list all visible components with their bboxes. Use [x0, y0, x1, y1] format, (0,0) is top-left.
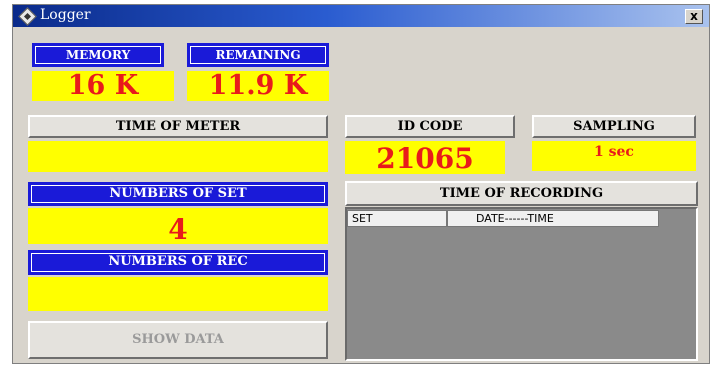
- close-button[interactable]: x: [685, 9, 703, 24]
- logger-panel: MEMORY 16 K REMAINING 11.9 K TIME OF MET…: [13, 27, 709, 363]
- app-icon: [18, 7, 37, 26]
- numbers-of-rec-label: NUMBERS OF REC: [28, 250, 328, 275]
- sampling-value: 1 sec: [532, 141, 696, 171]
- logger-window: Logger x MEMORY 16 K REMAINING 11.9 K TI…: [12, 4, 710, 364]
- time-of-recording-button[interactable]: TIME OF RECORDING: [345, 181, 698, 206]
- numbers-of-rec-label-text: NUMBERS OF REC: [31, 253, 325, 272]
- time-of-meter-button[interactable]: TIME OF METER: [28, 115, 328, 138]
- numbers-of-rec-value: [28, 277, 328, 311]
- column-header-date-time[interactable]: DATE------TIME: [447, 210, 659, 227]
- numbers-of-set-label: NUMBERS OF SET: [28, 182, 328, 206]
- memory-label: MEMORY: [32, 43, 164, 67]
- memory-label-text: MEMORY: [35, 46, 161, 64]
- numbers-of-set-label-text: NUMBERS OF SET: [31, 185, 325, 203]
- sampling-button[interactable]: SAMPLING: [532, 115, 696, 138]
- id-code-value: 21065: [345, 141, 505, 175]
- remaining-label: REMAINING: [187, 43, 329, 67]
- time-of-meter-value: [28, 141, 328, 172]
- window-title: Logger: [40, 7, 91, 23]
- recording-list[interactable]: SET DATE------TIME: [345, 207, 698, 361]
- column-header-set[interactable]: SET: [347, 210, 447, 227]
- title-bar[interactable]: Logger x: [13, 5, 709, 27]
- memory-value: 16 K: [32, 71, 174, 101]
- numbers-of-set-value: 4: [28, 208, 328, 246]
- remaining-label-text: REMAINING: [190, 46, 326, 64]
- show-data-button[interactable]: SHOW DATA: [28, 321, 328, 359]
- id-code-button[interactable]: ID CODE: [345, 115, 515, 138]
- remaining-value: 11.9 K: [187, 71, 329, 101]
